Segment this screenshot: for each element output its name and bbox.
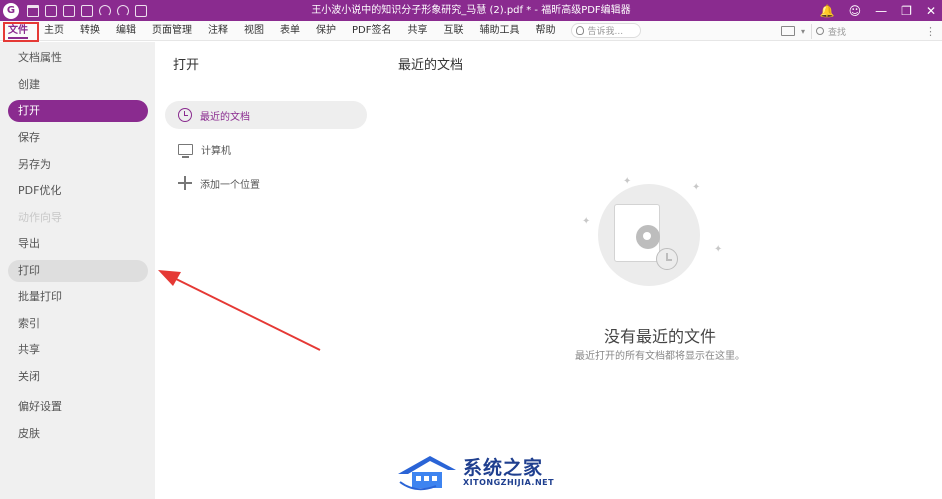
search-input[interactable]: 查找 xyxy=(811,23,915,39)
undo-icon[interactable] xyxy=(99,4,111,17)
file-backstage-sidebar: 文档属性 创建 打开 保存 另存为 PDF优化 动作向导 导出 打印 批量打印 … xyxy=(0,42,155,499)
menu-file[interactable]: 文件 xyxy=(0,21,36,41)
lightbulb-icon xyxy=(576,26,585,35)
menu-connect[interactable]: 互联 xyxy=(435,21,471,41)
open-locations-panel: 打开 最近的文档 计算机 添加一个位置 xyxy=(155,42,378,499)
location-add-place[interactable]: 添加一个位置 xyxy=(165,169,367,197)
minimize-button[interactable]: — xyxy=(875,4,887,18)
redo-icon[interactable] xyxy=(117,4,129,17)
hand-tool-icon[interactable] xyxy=(135,4,147,17)
menu-convert[interactable]: 转换 xyxy=(72,21,108,41)
save-icon[interactable] xyxy=(45,4,57,17)
sidebar-item-skin[interactable]: 皮肤 xyxy=(8,423,148,445)
history-clock-icon xyxy=(656,248,678,270)
recent-documents-area: 最近的文档 ✦ ✦ ✦ ✦ 没有最近的文件 最近打开的所有文档都将显示在这里。 xyxy=(378,42,942,499)
sidebar-item-close[interactable]: 关闭 xyxy=(8,366,148,388)
empty-state-title: 没有最近的文件 xyxy=(603,327,716,346)
account-icon[interactable]: ☺ xyxy=(849,4,862,18)
search-icon xyxy=(816,27,824,35)
menu-accessibility[interactable]: 辅助工具 xyxy=(471,21,527,41)
new-file-icon[interactable] xyxy=(81,4,93,17)
location-label: 添加一个位置 xyxy=(200,179,260,191)
open-folder-icon[interactable] xyxy=(27,4,39,17)
sparkle-icon: ✦ xyxy=(692,182,701,193)
close-button[interactable]: ✕ xyxy=(926,4,936,18)
location-recent-documents[interactable]: 最近的文档 xyxy=(165,101,367,129)
sparkle-icon: ✦ xyxy=(714,244,723,255)
menu-view[interactable]: 视图 xyxy=(236,21,272,41)
foxit-document-logo-icon xyxy=(636,225,660,249)
sidebar-item-action-wizard: 动作向导 xyxy=(18,211,62,224)
sidebar-item-share[interactable]: 共享 xyxy=(8,339,148,361)
monitor-icon xyxy=(178,143,193,158)
watermark-url: XITONGZHIJIA.NET xyxy=(463,478,555,487)
sidebar-item-open[interactable]: 打开 xyxy=(8,100,148,122)
menu-help[interactable]: 帮助 xyxy=(527,21,563,41)
empty-state-subtitle: 最近打开的所有文档都将显示在这里。 xyxy=(575,351,745,362)
menu-right-tools: ▾ 查找 ⋮ xyxy=(780,21,936,41)
menu-home[interactable]: 主页 xyxy=(36,21,72,41)
sidebar-item-create[interactable]: 创建 xyxy=(8,74,148,96)
tell-me-input[interactable]: 告诉我... xyxy=(571,23,642,38)
chevron-down-icon[interactable]: ▾ xyxy=(801,27,805,36)
location-label: 最近的文档 xyxy=(200,111,250,123)
menu-form[interactable]: 表单 xyxy=(272,21,308,41)
sidebar-item-print[interactable]: 打印 xyxy=(8,260,148,282)
sparkle-icon: ✦ xyxy=(582,216,591,227)
foxit-logo-icon[interactable]: G xyxy=(3,2,19,19)
location-label: 计算机 xyxy=(201,145,231,157)
sidebar-item-save[interactable]: 保存 xyxy=(8,127,148,149)
open-panel-title: 打开 xyxy=(173,58,200,73)
print-icon[interactable] xyxy=(63,4,75,17)
location-computer[interactable]: 计算机 xyxy=(165,135,367,163)
sparkle-icon: ✦ xyxy=(623,176,632,187)
watermark-house-logo-icon xyxy=(398,456,456,491)
watermark-name: 系统之家 xyxy=(463,457,544,479)
bell-icon[interactable]: 🔔 xyxy=(820,4,835,18)
tell-me-placeholder: 告诉我... xyxy=(587,27,624,37)
sidebar-item-optimize[interactable]: PDF优化 xyxy=(8,180,148,202)
menu-pdf-sign[interactable]: PDF签名 xyxy=(344,21,399,41)
sidebar-item-index[interactable]: 索引 xyxy=(8,313,148,335)
sidebar-item-preferences[interactable]: 偏好设置 xyxy=(8,396,148,418)
menu-comment[interactable]: 注释 xyxy=(200,21,236,41)
sidebar-item-save-as[interactable]: 另存为 xyxy=(8,154,148,176)
window-controls: 🔔 ☺ — ❐ ✕ xyxy=(820,0,936,21)
menu-protect[interactable]: 保护 xyxy=(308,21,344,41)
sidebar-item-properties[interactable]: 文档属性 xyxy=(8,47,148,69)
more-options-icon[interactable]: ⋮ xyxy=(925,25,936,38)
menu-edit[interactable]: 编辑 xyxy=(108,21,144,41)
restore-button[interactable]: ❐ xyxy=(901,4,912,18)
menu-organize[interactable]: 页面管理 xyxy=(144,21,200,41)
search-placeholder: 查找 xyxy=(828,27,847,38)
sidebar-item-batch-print[interactable]: 批量打印 xyxy=(8,286,148,308)
title-bar: G 王小波小说中的知识分子形象研究_马慧 (2).pdf * - 福昕高级PDF… xyxy=(0,0,942,21)
clock-icon xyxy=(178,108,192,122)
plus-icon xyxy=(178,176,192,190)
quick-access-toolbar xyxy=(27,4,147,17)
ribbon-menu-bar: 文件 主页 转换 编辑 页面管理 注释 视图 表单 保护 PDF签名 共享 互联… xyxy=(0,21,942,41)
sidebar-item-export[interactable]: 导出 xyxy=(8,233,148,255)
recent-title: 最近的文档 xyxy=(398,58,464,73)
menu-share[interactable]: 共享 xyxy=(399,21,435,41)
view-mode-icon[interactable] xyxy=(780,26,795,36)
